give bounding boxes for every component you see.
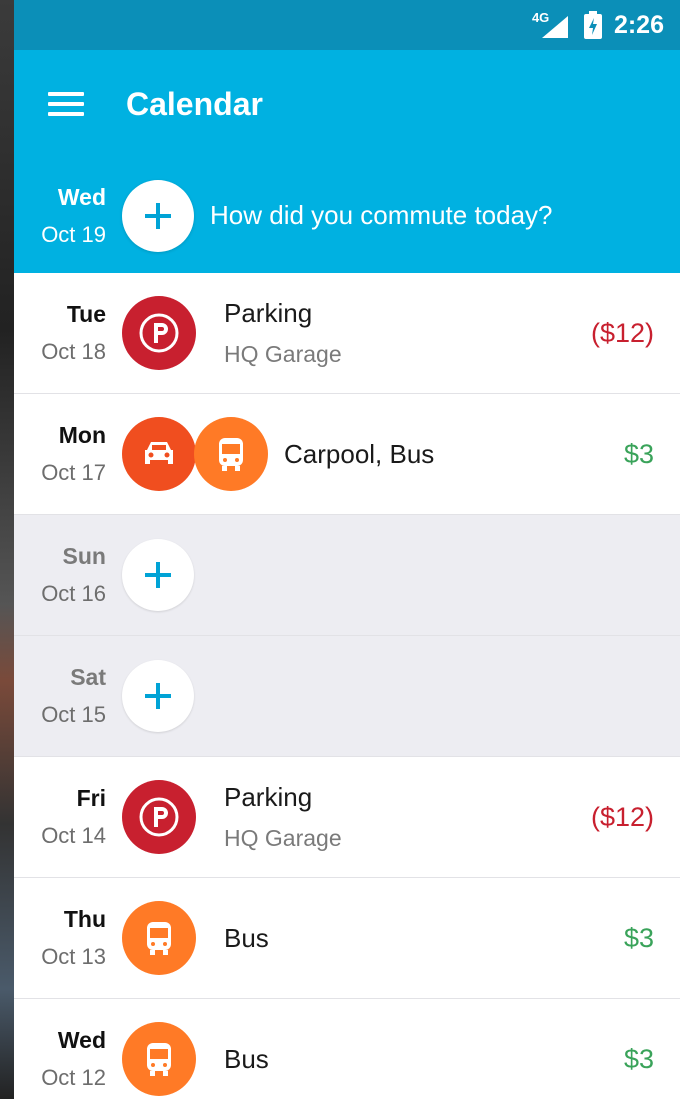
row-date: Sun Oct 16 bbox=[14, 542, 106, 608]
calendar-row[interactable]: Thu Oct 13 Bus $3 bbox=[14, 878, 680, 999]
row-date-label: Oct 12 bbox=[41, 1065, 106, 1090]
today-date: Wed Oct 19 bbox=[14, 183, 106, 249]
status-bar: 4G 2:26 bbox=[14, 0, 680, 50]
parking-icon[interactable] bbox=[122, 780, 196, 854]
row-day-of-week: Mon bbox=[58, 422, 106, 448]
car-icon[interactable] bbox=[122, 417, 196, 491]
row-title: Bus bbox=[224, 922, 269, 953]
hamburger-menu-icon[interactable] bbox=[48, 84, 88, 124]
row-day-of-week: Thu bbox=[63, 906, 106, 932]
row-icons bbox=[122, 296, 196, 370]
row-date-label: Oct 17 bbox=[41, 460, 106, 485]
page-title: Calendar bbox=[126, 85, 263, 122]
row-date: Thu Oct 13 bbox=[14, 905, 106, 971]
today-day-of-week: Wed bbox=[57, 183, 106, 210]
add-commute-button[interactable] bbox=[122, 660, 194, 732]
bus-icon[interactable] bbox=[122, 901, 196, 975]
row-icons bbox=[122, 901, 196, 975]
row-title: Bus bbox=[224, 1043, 269, 1074]
row-title: Carpool, Bus bbox=[284, 438, 435, 469]
row-day-of-week: Sun bbox=[62, 543, 106, 569]
row-icons bbox=[122, 417, 268, 491]
battery-icon bbox=[583, 11, 602, 39]
calendar-row-empty[interactable]: Sun Oct 16 bbox=[14, 515, 680, 636]
row-amount: $3 bbox=[623, 1043, 654, 1074]
row-amount: $3 bbox=[623, 922, 654, 953]
row-info: Bus bbox=[224, 1044, 680, 1075]
parking-icon[interactable] bbox=[122, 296, 196, 370]
calendar-row[interactable]: Mon Oct 17 Carpool, Bus $3 bbox=[14, 394, 680, 515]
calendar-row[interactable]: Tue Oct 18 Parking HQ Garage ($12) bbox=[14, 273, 680, 394]
bus-icon[interactable] bbox=[122, 1022, 196, 1096]
row-icons bbox=[122, 780, 196, 854]
calendar-panel: 4G 2:26 Calendar Wed Oct 19 How did you … bbox=[14, 0, 680, 1099]
plus-icon bbox=[145, 562, 171, 588]
row-info: Carpool, Bus bbox=[284, 439, 680, 470]
row-date-label: Oct 16 bbox=[41, 581, 106, 606]
plus-icon bbox=[145, 683, 171, 709]
add-commute-button[interactable] bbox=[122, 179, 194, 252]
signal-icon bbox=[541, 16, 568, 38]
row-date-label: Oct 18 bbox=[41, 339, 106, 364]
row-date: Sat Oct 15 bbox=[14, 663, 106, 729]
row-date-label: Oct 15 bbox=[41, 702, 106, 727]
row-date: Tue Oct 18 bbox=[14, 300, 106, 366]
calendar-row[interactable]: Wed Oct 12 Bus $3 bbox=[14, 999, 680, 1099]
row-amount: ($12) bbox=[590, 317, 654, 348]
row-date: Wed Oct 12 bbox=[14, 1026, 106, 1092]
row-day-of-week: Wed bbox=[57, 1027, 106, 1053]
row-day-of-week: Sat bbox=[70, 664, 106, 690]
status-bar-right: 4G 2:26 bbox=[532, 0, 664, 50]
row-date: Fri Oct 14 bbox=[14, 784, 106, 850]
commute-prompt[interactable]: How did you commute today? bbox=[210, 200, 553, 231]
background-app-edge bbox=[0, 0, 14, 1099]
row-info: Bus bbox=[224, 923, 680, 954]
today-date-label: Oct 19 bbox=[41, 221, 106, 247]
calendar-row-empty[interactable]: Sat Oct 15 bbox=[14, 636, 680, 757]
add-commute-button[interactable] bbox=[122, 539, 194, 611]
row-icons bbox=[122, 1022, 196, 1096]
bus-icon[interactable] bbox=[194, 417, 268, 491]
calendar-row[interactable]: Fri Oct 14 Parking HQ Garage ($12) bbox=[14, 757, 680, 878]
row-day-of-week: Fri bbox=[76, 785, 106, 811]
row-date-label: Oct 14 bbox=[41, 823, 106, 848]
row-amount: ($12) bbox=[590, 801, 654, 832]
row-day-of-week: Tue bbox=[66, 301, 106, 327]
today-row[interactable]: Wed Oct 19 How did you commute today? bbox=[14, 158, 680, 273]
network-indicator: 4G bbox=[532, 10, 572, 40]
row-amount: $3 bbox=[623, 438, 654, 469]
status-time: 2:26 bbox=[613, 10, 664, 39]
row-date-label: Oct 13 bbox=[41, 944, 106, 969]
app-bar: Calendar bbox=[14, 50, 680, 158]
plus-icon bbox=[145, 202, 171, 229]
row-date: Mon Oct 17 bbox=[14, 421, 106, 487]
